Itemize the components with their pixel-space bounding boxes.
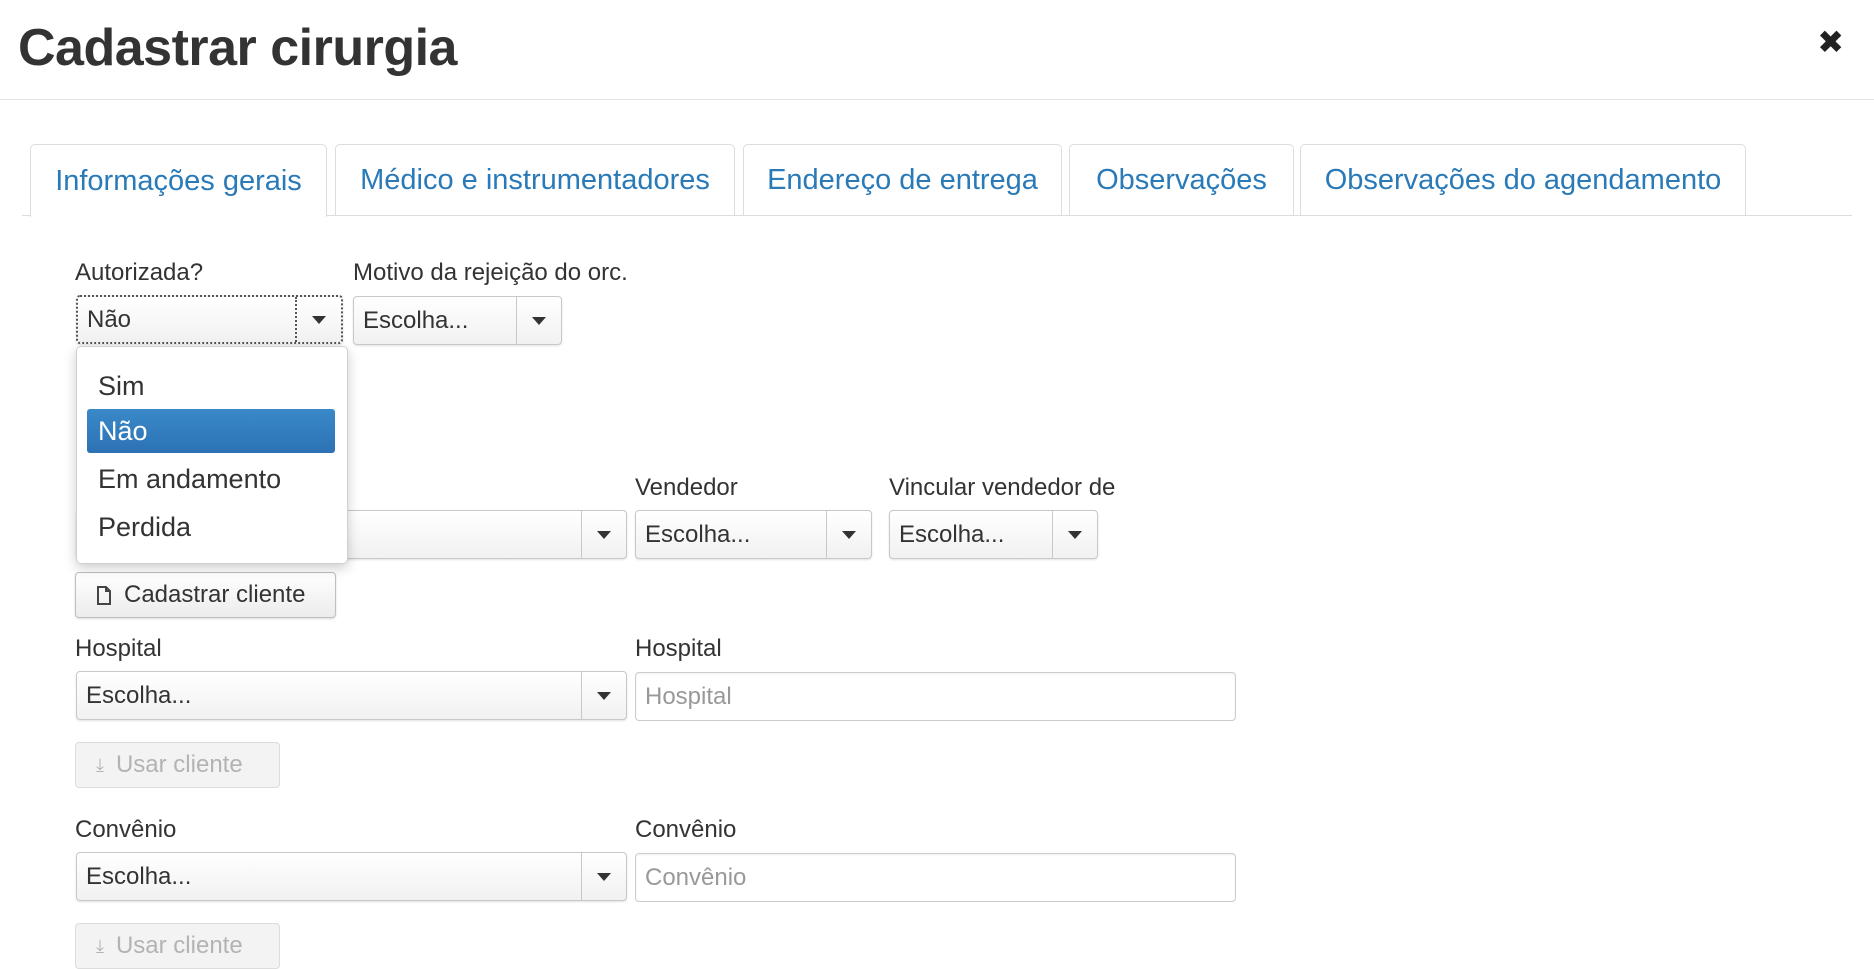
close-icon[interactable]: ✖ <box>1817 26 1844 58</box>
autorizada-select[interactable]: Não <box>76 295 343 344</box>
convenio-select-label: Convênio <box>75 816 177 843</box>
chevron-down-icon[interactable] <box>581 853 626 900</box>
hospital-input[interactable] <box>635 672 1236 721</box>
hospital-input-label: Hospital <box>635 635 722 662</box>
autorizada-label: Autorizada? <box>75 259 204 286</box>
file-icon <box>97 585 111 605</box>
modal-title: Cadastrar cirurgia <box>18 19 457 77</box>
chevron-down-icon[interactable] <box>826 511 871 558</box>
vincular-vendedor-select[interactable]: Escolha... <box>889 510 1098 559</box>
usar-cliente-hospital-button[interactable]: ⤓ Usar cliente <box>75 742 280 788</box>
option-perdida[interactable]: Perdida <box>87 505 335 549</box>
tab-endereco-entrega[interactable]: Endereço de entrega <box>743 144 1062 216</box>
vincular-vendedor-value: Escolha... <box>899 520 1005 548</box>
chevron-down-icon[interactable] <box>516 297 561 344</box>
chevron-down-icon[interactable] <box>295 297 341 342</box>
motivo-rejeicao-value: Escolha... <box>363 306 469 334</box>
hospital-select-label: Hospital <box>75 635 162 662</box>
usar-cliente-hospital-label: Usar cliente <box>115 751 243 778</box>
convenio-select[interactable]: Escolha... <box>76 852 627 901</box>
chevron-down-icon[interactable] <box>1052 511 1097 558</box>
chevron-down-icon[interactable] <box>581 511 626 558</box>
header-divider <box>0 99 1874 100</box>
option-nao[interactable]: Não <box>87 409 335 453</box>
motivo-rejeicao-label: Motivo da rejeição do orc. <box>353 259 628 286</box>
download-icon: ⤓ <box>96 936 104 956</box>
convenio-input-label: Convênio <box>635 816 737 843</box>
autorizada-dropdown-list: Sim Não Em andamento Perdida <box>76 346 348 564</box>
vendedor-label: Vendedor <box>635 474 738 501</box>
option-sim[interactable]: Sim <box>87 364 335 408</box>
tab-observacoes[interactable]: Observações <box>1069 144 1294 216</box>
vendedor-select[interactable]: Escolha... <box>635 510 872 559</box>
convenio-select-value: Escolha... <box>86 862 192 890</box>
chevron-down-icon[interactable] <box>581 672 626 719</box>
hospital-select[interactable]: Escolha... <box>76 671 627 720</box>
convenio-input[interactable] <box>635 853 1236 902</box>
hospital-select-value: Escolha... <box>86 681 192 709</box>
motivo-rejeicao-select[interactable]: Escolha... <box>353 296 562 345</box>
vendedor-value: Escolha... <box>645 520 751 548</box>
tab-informacoes-gerais[interactable]: Informações gerais <box>30 144 327 217</box>
tab-observacoes-agendamento[interactable]: Observações do agendamento <box>1300 144 1746 216</box>
cadastrar-cliente-label: Cadastrar cliente <box>124 581 306 608</box>
download-icon: ⤓ <box>96 755 104 775</box>
cadastrar-cliente-button[interactable]: Cadastrar cliente <box>75 572 336 618</box>
usar-cliente-convenio-label: Usar cliente <box>115 932 243 959</box>
tab-medico-instrumentadores[interactable]: Médico e instrumentadores <box>335 144 735 216</box>
autorizada-value: Não <box>87 305 132 333</box>
usar-cliente-convenio-button[interactable]: ⤓ Usar cliente <box>75 923 280 969</box>
vincular-vendedor-label: Vincular vendedor de <box>889 474 1116 501</box>
option-em-andamento[interactable]: Em andamento <box>87 457 335 501</box>
